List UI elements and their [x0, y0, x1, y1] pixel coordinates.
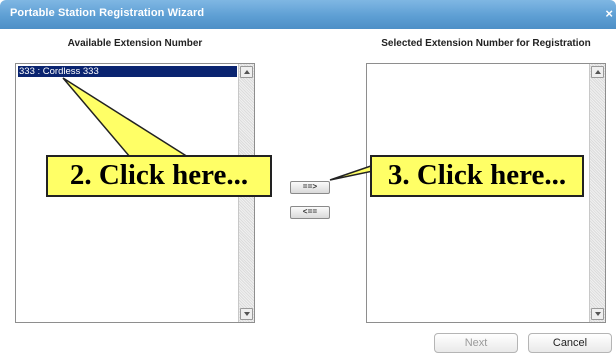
available-list-heading: Available Extension Number [67, 38, 203, 49]
remove-from-selected-button[interactable]: <== [290, 206, 330, 219]
scroll-down-button[interactable] [240, 308, 253, 320]
scroll-down-button[interactable] [591, 308, 604, 320]
chevron-down-icon [244, 312, 250, 316]
wizard-titlebar: Portable Station Registration Wizard × [0, 0, 616, 29]
close-icon[interactable]: × [605, 6, 613, 21]
instruction-callout-step-2: 2. Click here... [46, 155, 272, 197]
next-button[interactable]: Next [434, 333, 518, 353]
chevron-down-icon [595, 312, 601, 316]
cancel-button[interactable]: Cancel [528, 333, 612, 353]
instruction-callout-step-3: 3. Click here... [370, 155, 584, 197]
list-item-cordless-333[interactable]: 333 : Cordless 333 [18, 66, 237, 77]
scroll-up-button[interactable] [591, 66, 604, 78]
chevron-up-icon [595, 70, 601, 74]
scroll-up-button[interactable] [240, 66, 253, 78]
add-to-selected-button[interactable]: ==> [290, 181, 330, 194]
chevron-up-icon [244, 70, 250, 74]
window-title: Portable Station Registration Wizard [10, 7, 205, 19]
selected-list-heading: Selected Extension Number for Registrati… [381, 38, 591, 49]
selected-list-scrollbar[interactable] [589, 64, 605, 322]
